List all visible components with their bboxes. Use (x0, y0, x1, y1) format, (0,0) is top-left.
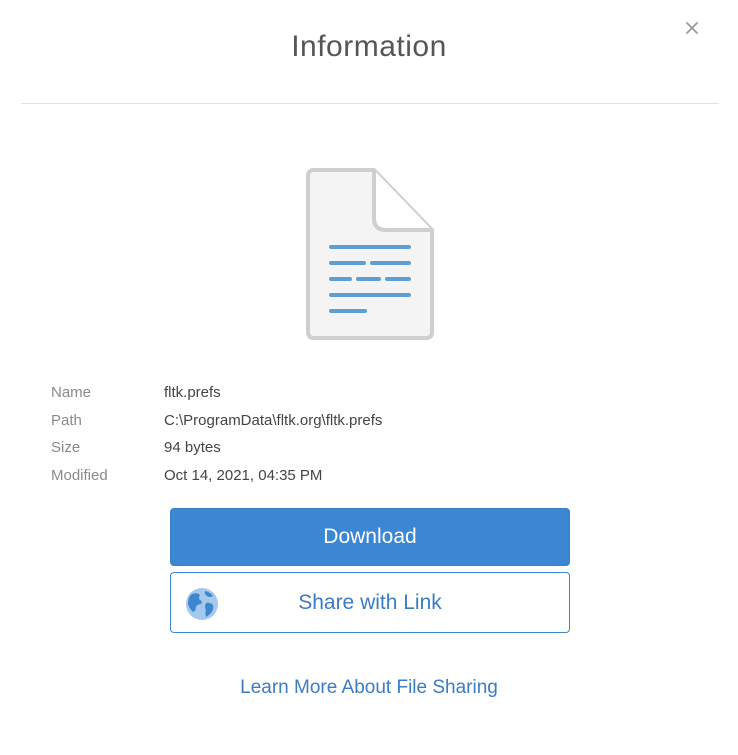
detail-value: 94 bytes (164, 439, 221, 457)
share-with-link-button[interactable]: Share with Link (170, 572, 570, 633)
header-divider (21, 103, 719, 104)
detail-label: Name (51, 384, 92, 402)
file-details: Name fltk.prefs Path C:\ProgramData\fltk… (51, 379, 611, 489)
share-button-label: Share with Link (298, 590, 442, 614)
detail-row-path: Path C:\ProgramData\fltk.org\fltk.prefs (51, 407, 611, 435)
globe-icon (186, 588, 218, 620)
close-icon[interactable] (686, 22, 698, 34)
dialog-title: Information (291, 30, 447, 63)
detail-row-size: Size 94 bytes (51, 434, 611, 462)
download-button[interactable]: Download (170, 508, 570, 566)
close-button[interactable] (680, 16, 704, 40)
detail-row-name: Name fltk.prefs (51, 379, 611, 407)
detail-label: Path (51, 411, 82, 429)
learn-more-link[interactable]: Learn More About File Sharing (0, 677, 738, 699)
detail-value: Oct 14, 2021, 04:35 PM (164, 466, 323, 484)
information-dialog: Information Name fltk.prefs Path C:\Prog… (0, 0, 738, 755)
detail-label: Modified (51, 466, 108, 484)
detail-label: Size (51, 439, 81, 457)
detail-value: fltk.prefs (164, 384, 221, 402)
detail-value: C:\ProgramData\fltk.org\fltk.prefs (164, 411, 383, 429)
document-icon (306, 168, 434, 340)
detail-row-modified: Modified Oct 14, 2021, 04:35 PM (51, 462, 611, 490)
download-button-label: Download (323, 525, 417, 548)
